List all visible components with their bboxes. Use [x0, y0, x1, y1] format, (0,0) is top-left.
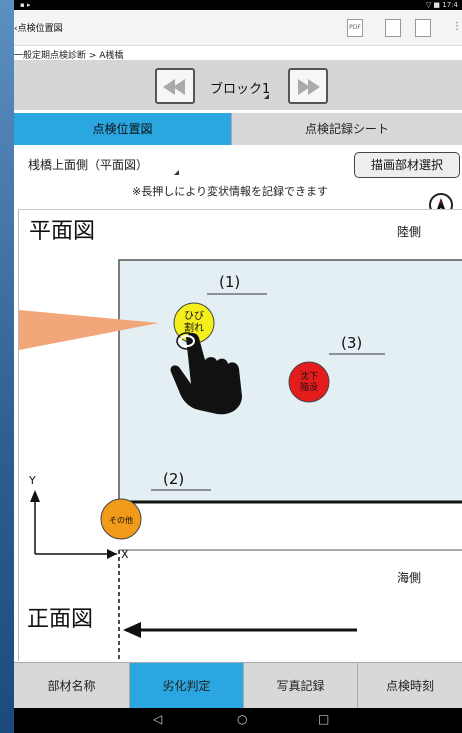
image-icon[interactable] — [415, 19, 431, 37]
marker-2-label: その他 — [109, 515, 133, 525]
marker-1-number: (1) — [219, 273, 240, 291]
marker-3-label-line1: 沈下 — [300, 370, 318, 382]
plan-view-title: 平面図 — [29, 219, 95, 244]
back-button[interactable]: ‹点検位置図 — [14, 21, 63, 34]
title-bar: ‹点検位置図 PDF ⋮ — [14, 10, 462, 46]
long-press-hint: ※長押しにより変状情報を記録できます — [132, 185, 328, 198]
view-selector[interactable]: 桟橋上面側（平面図） — [28, 156, 148, 173]
tab-inspection-record[interactable]: 点検記録シート — [231, 113, 462, 145]
marker-1-label-line1: ひび — [184, 310, 204, 322]
x-axis-arrow-icon — [107, 549, 117, 559]
direction-arrow-icon — [123, 622, 141, 638]
y-axis-label: Y — [28, 474, 36, 487]
svg-text:N: N — [440, 200, 443, 205]
marker-2-number: (2) — [163, 470, 184, 488]
bottom-navigation: 部材名称 劣化判定 写真記録 点検時刻 — [14, 662, 462, 709]
y-axis-arrow-icon — [30, 490, 40, 502]
next-block-button[interactable] — [288, 68, 328, 104]
overflow-menu-icon[interactable]: ⋮ — [452, 21, 462, 32]
photo-record-button[interactable]: 写真記録 — [244, 663, 358, 709]
status-clock: ▽ ■ 17:4 — [425, 1, 458, 9]
report-icon[interactable] — [385, 19, 401, 37]
view-dropdown-indicator — [174, 170, 179, 175]
block-selector[interactable]: ブロック1 — [210, 78, 270, 97]
select-drawing-member-button[interactable]: 描画部材選択 — [354, 152, 460, 178]
status-icons-left: ▪ ▸ — [20, 1, 31, 9]
plan-drawing: 平面図 陸側 海側 正面図 Y X (1) ひび 割れ (3) 沈下 陥没 (2… — [19, 219, 462, 661]
tab-inspection-position[interactable]: 点検位置図 — [14, 113, 231, 145]
page-title: 点検位置図 — [17, 24, 63, 34]
deterioration-judgment-button[interactable]: 劣化判定 — [130, 663, 244, 709]
android-home-icon[interactable]: ○ — [237, 712, 247, 726]
android-recent-icon[interactable]: □ — [318, 712, 329, 726]
drawing-canvas[interactable]: 平面図 陸側 海側 正面図 Y X (1) ひび 割れ (3) 沈下 陥没 (2… — [18, 209, 462, 661]
front-view-title: 正面図 — [27, 607, 93, 632]
block-navigation: ブロック1 — [14, 60, 462, 110]
marker-3-label-line2: 陥没 — [300, 381, 318, 393]
marker-3-number: (3) — [341, 334, 362, 352]
status-bar: ▪ ▸ ▽ ■ 17:4 — [14, 0, 462, 10]
inspection-time-button[interactable]: 点検時刻 — [358, 663, 462, 709]
sea-side-label: 海側 — [397, 570, 421, 585]
previous-block-button[interactable] — [155, 68, 195, 104]
land-side-label: 陸側 — [397, 225, 421, 239]
block-dropdown-indicator — [264, 94, 269, 99]
member-name-button[interactable]: 部材名称 — [14, 663, 130, 709]
tab-bar: 点検位置図 点検記録シート — [14, 113, 462, 145]
x-axis-label: X — [121, 548, 129, 561]
android-back-icon[interactable]: ◁ — [153, 712, 162, 726]
pdf-icon[interactable]: PDF — [347, 19, 363, 37]
tablet-screen: ▪ ▸ ▽ ■ 17:4 ‹点検位置図 PDF ⋮ 一般定期点検診断 > A桟橋… — [14, 0, 462, 733]
marker-3-settlement[interactable] — [288, 361, 330, 403]
marker-1-label-line2: 割れ — [184, 321, 204, 334]
android-navigation-bar: ◁ ○ □ — [14, 708, 462, 733]
